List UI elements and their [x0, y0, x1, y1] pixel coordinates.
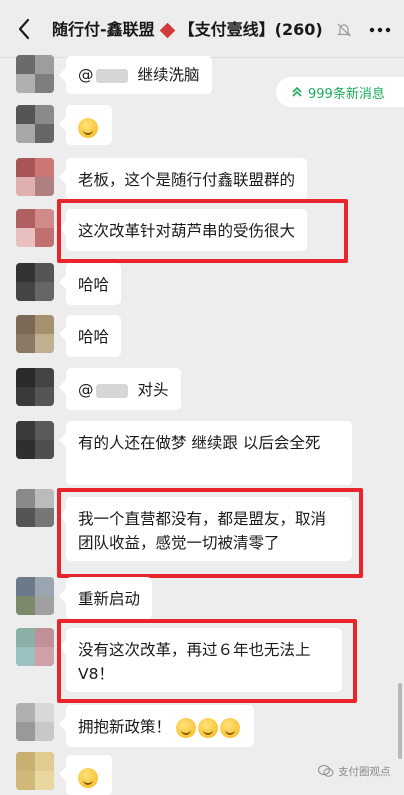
- worried-face-icon: [175, 717, 196, 738]
- message-bubble[interactable]: @ 继续洗脑: [66, 56, 212, 94]
- avatar[interactable]: [16, 209, 54, 247]
- highlight-box: [57, 619, 357, 703]
- worried-face-icon: [197, 717, 218, 738]
- more-options-icon[interactable]: [366, 16, 394, 44]
- highlight-box: [57, 488, 363, 578]
- message-text: 继续洗脑: [137, 66, 200, 84]
- watermark: 支付圈观点: [318, 761, 391, 781]
- message-bubble[interactable]: 有的人还在做梦 继续跟 以后会全死: [66, 421, 352, 485]
- avatar[interactable]: [16, 752, 54, 790]
- mute-bell-icon: [337, 23, 351, 37]
- thinking-face-icon: [78, 117, 98, 138]
- avatar[interactable]: [16, 577, 54, 615]
- mention-at: @: [78, 66, 94, 84]
- chevron-left-icon: [18, 18, 30, 40]
- message-bubble[interactable]: [66, 755, 112, 795]
- new-messages-label: 999条新消息: [308, 86, 385, 102]
- blurred-username: [95, 383, 128, 398]
- message-text: 有的人还在做梦 继续跟 以后会全死: [78, 434, 321, 452]
- message-text: 哈哈: [78, 276, 110, 294]
- persevering-face-icon: [78, 767, 98, 788]
- scrollbar-thumb[interactable]: [398, 683, 402, 759]
- message-bubble[interactable]: @ 对头: [66, 368, 181, 410]
- message-text: 重新启动: [78, 590, 141, 608]
- message-text: 拥抱新政策！: [78, 718, 172, 736]
- avatar[interactable]: [16, 421, 54, 459]
- message-bubble[interactable]: 哈哈: [66, 263, 122, 305]
- avatar[interactable]: [16, 105, 54, 143]
- back-button[interactable]: [10, 13, 38, 45]
- avatar[interactable]: [16, 158, 54, 196]
- message-bubble[interactable]: 哈哈: [66, 315, 122, 357]
- avatar[interactable]: [16, 628, 54, 666]
- chat-title: 随行付-鑫联盟 【支付壹线】(260): [52, 18, 352, 42]
- avatar[interactable]: [16, 315, 54, 353]
- message-text: 哈哈: [78, 328, 110, 346]
- double-chevron-up-icon: [292, 86, 302, 97]
- message-bubble[interactable]: 重新启动: [66, 577, 153, 619]
- wechat-logo-icon: [318, 765, 334, 777]
- message-text: 对头: [137, 381, 169, 399]
- title-group-suffix: 【支付壹线】(260): [178, 20, 323, 39]
- watermark-text: 支付圈观点: [338, 765, 391, 778]
- avatar[interactable]: [16, 368, 54, 406]
- avatar[interactable]: [16, 263, 54, 301]
- title-group-name: 随行付-鑫联盟: [52, 20, 155, 39]
- new-messages-button[interactable]: 999条新消息: [276, 77, 404, 107]
- avatar[interactable]: [16, 55, 54, 93]
- message-bubble[interactable]: 老板，这个是随行付鑫联盟群的: [66, 158, 308, 200]
- highlight-box: [57, 199, 348, 263]
- avatar[interactable]: [16, 703, 54, 741]
- avatar[interactable]: [16, 489, 54, 527]
- message-bubble[interactable]: 拥抱新政策！: [66, 705, 254, 747]
- worried-face-icon: [219, 717, 240, 738]
- diamond-icon: [159, 22, 175, 38]
- chat-header: 随行付-鑫联盟 【支付壹线】(260): [0, 0, 404, 58]
- message-text: 老板，这个是随行付鑫联盟群的: [78, 171, 296, 189]
- blurred-username: [95, 68, 128, 83]
- message-bubble[interactable]: [66, 105, 112, 145]
- mention-at: @: [78, 381, 94, 399]
